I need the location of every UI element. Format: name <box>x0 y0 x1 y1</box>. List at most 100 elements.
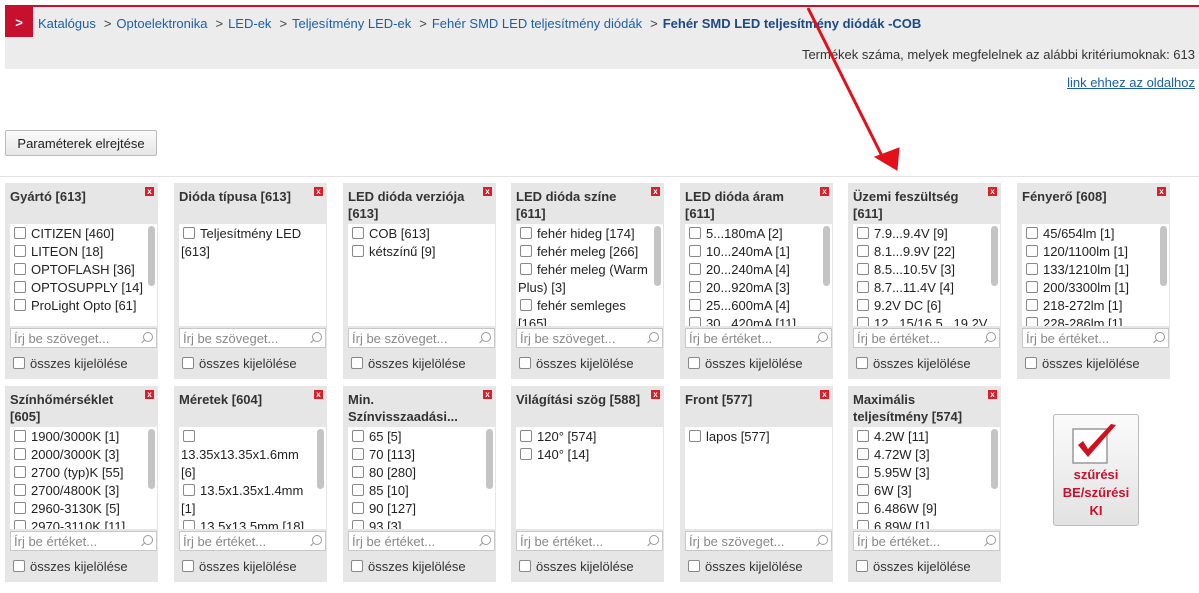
filter-option[interactable]: 4.2W [11] <box>855 428 988 446</box>
filter-options-list[interactable]: 45/654lm [1] 120/1100lm [1] 133/1210lm [1]… <box>1022 224 1169 326</box>
checkbox[interactable] <box>520 263 532 275</box>
checkbox[interactable] <box>1026 299 1038 311</box>
filter-option[interactable]: OPTOSUPPLY [14] <box>12 279 145 297</box>
checkbox[interactable] <box>857 299 869 311</box>
filter-option[interactable]: lapos [577] <box>687 428 820 446</box>
checkbox[interactable] <box>689 430 701 442</box>
filter-option[interactable]: 2970-3110K [11] <box>12 518 145 529</box>
close-icon[interactable]: x <box>145 187 154 196</box>
search-icon[interactable] <box>1155 332 1165 342</box>
filter-search-input[interactable] <box>686 532 814 550</box>
checkbox[interactable] <box>857 502 869 514</box>
checkbox[interactable] <box>14 520 26 529</box>
checkbox[interactable] <box>520 227 532 239</box>
checkbox[interactable] <box>520 245 532 257</box>
checkbox[interactable] <box>689 227 701 239</box>
filter-option[interactable]: 45/654lm [1] <box>1024 225 1157 243</box>
filter-option[interactable]: COB [613] <box>350 225 483 243</box>
filter-search-input[interactable] <box>180 329 308 347</box>
scrollbar-thumb[interactable] <box>823 226 830 286</box>
checkbox[interactable] <box>689 245 701 257</box>
checkbox[interactable] <box>688 560 700 572</box>
filter-option[interactable]: 7.9...9.4V [9] <box>855 225 988 243</box>
checkbox[interactable] <box>182 560 194 572</box>
checkbox[interactable] <box>351 357 363 369</box>
scrollbar[interactable] <box>316 428 325 528</box>
filter-search-input[interactable] <box>517 329 645 347</box>
filter-options-list[interactable]: 120° [574] 140° [14] <box>516 427 663 529</box>
search-icon[interactable] <box>649 332 659 342</box>
scrollbar[interactable] <box>653 225 662 325</box>
checkbox[interactable] <box>857 245 869 257</box>
checkbox[interactable] <box>856 560 868 572</box>
checkbox[interactable] <box>352 520 364 529</box>
checkbox[interactable] <box>1026 245 1038 257</box>
scrollbar[interactable] <box>485 428 494 528</box>
checkbox[interactable] <box>352 227 364 239</box>
filter-option[interactable]: 218-272lm [1] <box>1024 297 1157 315</box>
filter-options-list[interactable]: lapos [577] <box>685 427 832 529</box>
filter-options-list[interactable]: 7.9...9.4V [9] 8.1...9.9V [22] 8.5...10.5V… <box>853 224 1000 326</box>
scrollbar-thumb[interactable] <box>317 429 324 489</box>
checkbox[interactable] <box>14 281 26 293</box>
search-icon[interactable] <box>649 535 659 545</box>
filter-search-input[interactable] <box>517 532 645 550</box>
select-all[interactable]: összes kijelölése <box>854 356 971 371</box>
search-icon[interactable] <box>818 332 828 342</box>
checkbox[interactable] <box>857 520 869 529</box>
checkbox[interactable] <box>689 299 701 311</box>
filter-option[interactable]: 6.486W [9] <box>855 500 988 518</box>
filter-option[interactable]: 9.2V DC [6] <box>855 297 988 315</box>
scrollbar-thumb[interactable] <box>148 226 155 286</box>
filter-option[interactable]: 2960-3130K [5] <box>12 500 145 518</box>
search-icon[interactable] <box>986 535 996 545</box>
checkbox[interactable] <box>352 466 364 478</box>
select-all[interactable]: összes kijelölése <box>11 356 128 371</box>
checkbox[interactable] <box>1026 281 1038 293</box>
filter-search-input[interactable] <box>349 532 477 550</box>
filter-option[interactable]: 228-286lm [1] <box>1024 315 1157 326</box>
checkbox[interactable] <box>856 357 868 369</box>
checkbox[interactable] <box>14 448 26 460</box>
checkbox[interactable] <box>352 484 364 496</box>
filter-options-list[interactable]: 65 [5] 70 [113] 80 [280] 85 [10] 90 [127] 93 … <box>348 427 495 529</box>
select-all[interactable]: összes kijelölése <box>517 559 634 574</box>
checkbox[interactable] <box>351 560 363 572</box>
filter-option[interactable]: 6W [3] <box>855 482 988 500</box>
select-all[interactable]: összes kijelölése <box>1023 356 1140 371</box>
scrollbar[interactable] <box>147 428 156 528</box>
filter-option[interactable]: 20...240mA [4] <box>687 261 820 279</box>
filter-option[interactable]: 8.5...10.5V [3] <box>855 261 988 279</box>
close-icon[interactable]: x <box>988 390 997 399</box>
close-icon[interactable]: x <box>820 187 829 196</box>
scrollbar[interactable] <box>822 225 831 325</box>
select-all[interactable]: összes kijelölése <box>349 356 466 371</box>
checkbox[interactable] <box>857 317 869 326</box>
checkbox[interactable] <box>688 357 700 369</box>
checkbox[interactable] <box>857 430 869 442</box>
checkbox[interactable] <box>352 430 364 442</box>
select-all[interactable]: összes kijelölése <box>686 356 803 371</box>
search-icon[interactable] <box>481 332 491 342</box>
checkbox[interactable] <box>183 227 195 239</box>
filter-option[interactable]: 133/1210lm [1] <box>1024 261 1157 279</box>
filter-option[interactable]: 2700 (typ)K [55] <box>12 464 145 482</box>
filter-option[interactable]: 65 [5] <box>350 428 483 446</box>
filter-option[interactable]: 2000/3000K [3] <box>12 446 145 464</box>
checkbox[interactable] <box>689 317 701 326</box>
filter-option[interactable]: 80 [280] <box>350 464 483 482</box>
checkbox[interactable] <box>520 299 532 311</box>
checkbox[interactable] <box>352 502 364 514</box>
scrollbar[interactable] <box>990 428 999 528</box>
filter-option[interactable]: 5...180mA [2] <box>687 225 820 243</box>
close-icon[interactable]: x <box>1157 187 1166 196</box>
filter-options-list[interactable]: 1900/3000K [1] 2000/3000K [3] 2700 (typ)K … <box>10 427 157 529</box>
filter-options-list[interactable]: 4.2W [11] 4.72W [3] 5.95W [3] 6W [3] 6.486W … <box>853 427 1000 529</box>
filter-option[interactable]: 13.35x13.35x1.6mm [6] <box>181 428 314 482</box>
scrollbar[interactable] <box>1159 225 1168 325</box>
checkbox[interactable] <box>857 484 869 496</box>
checkbox[interactable] <box>520 430 532 442</box>
close-icon[interactable]: x <box>651 390 660 399</box>
filter-options-list[interactable]: Teljesítmény LED [613] <box>179 224 326 326</box>
filter-option[interactable]: 8.7...11.4V [4] <box>855 279 988 297</box>
